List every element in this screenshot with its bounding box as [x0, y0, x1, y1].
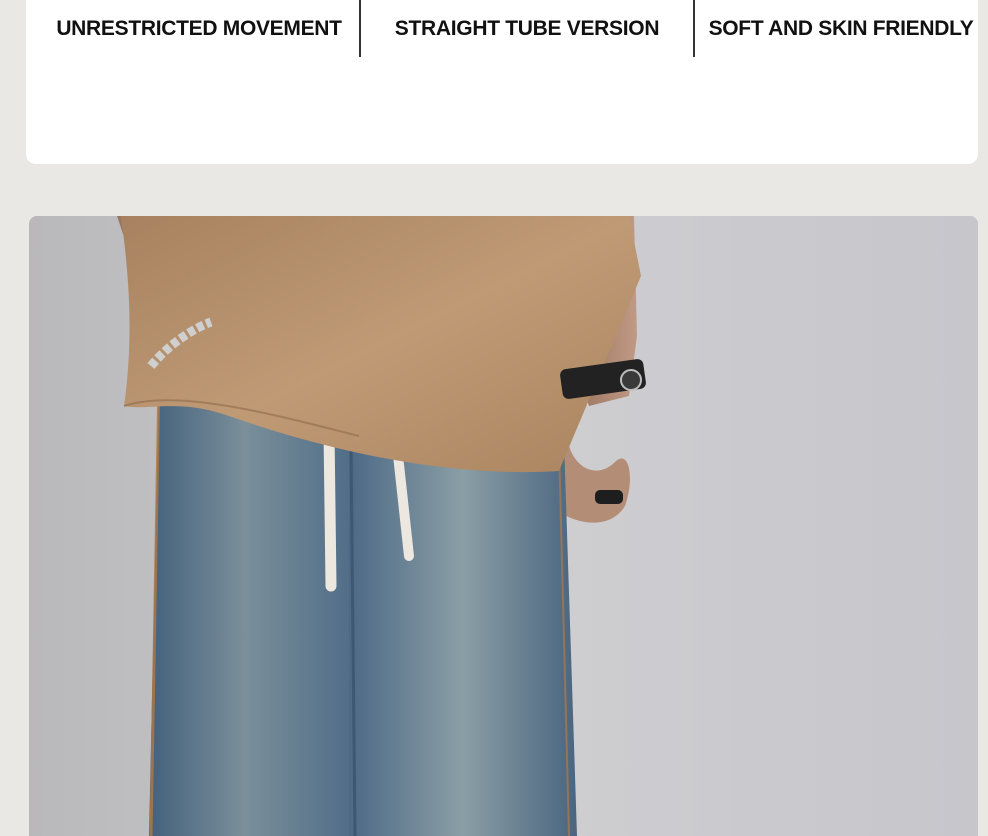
product-photo: [29, 216, 978, 836]
divider: [693, 0, 695, 57]
feature-straight-tube-version: STRAIGHT TUBE VERSION: [394, 16, 660, 40]
feature-unrestricted-movement: UNRESTRICTED MOVEMENT: [56, 16, 342, 40]
features-card: UNRESTRICTED MOVEMENT STRAIGHT TUBE VERS…: [26, 0, 978, 164]
feature-soft-and-skin-friendly: SOFT AND SKIN FRIENDLY: [708, 16, 974, 40]
